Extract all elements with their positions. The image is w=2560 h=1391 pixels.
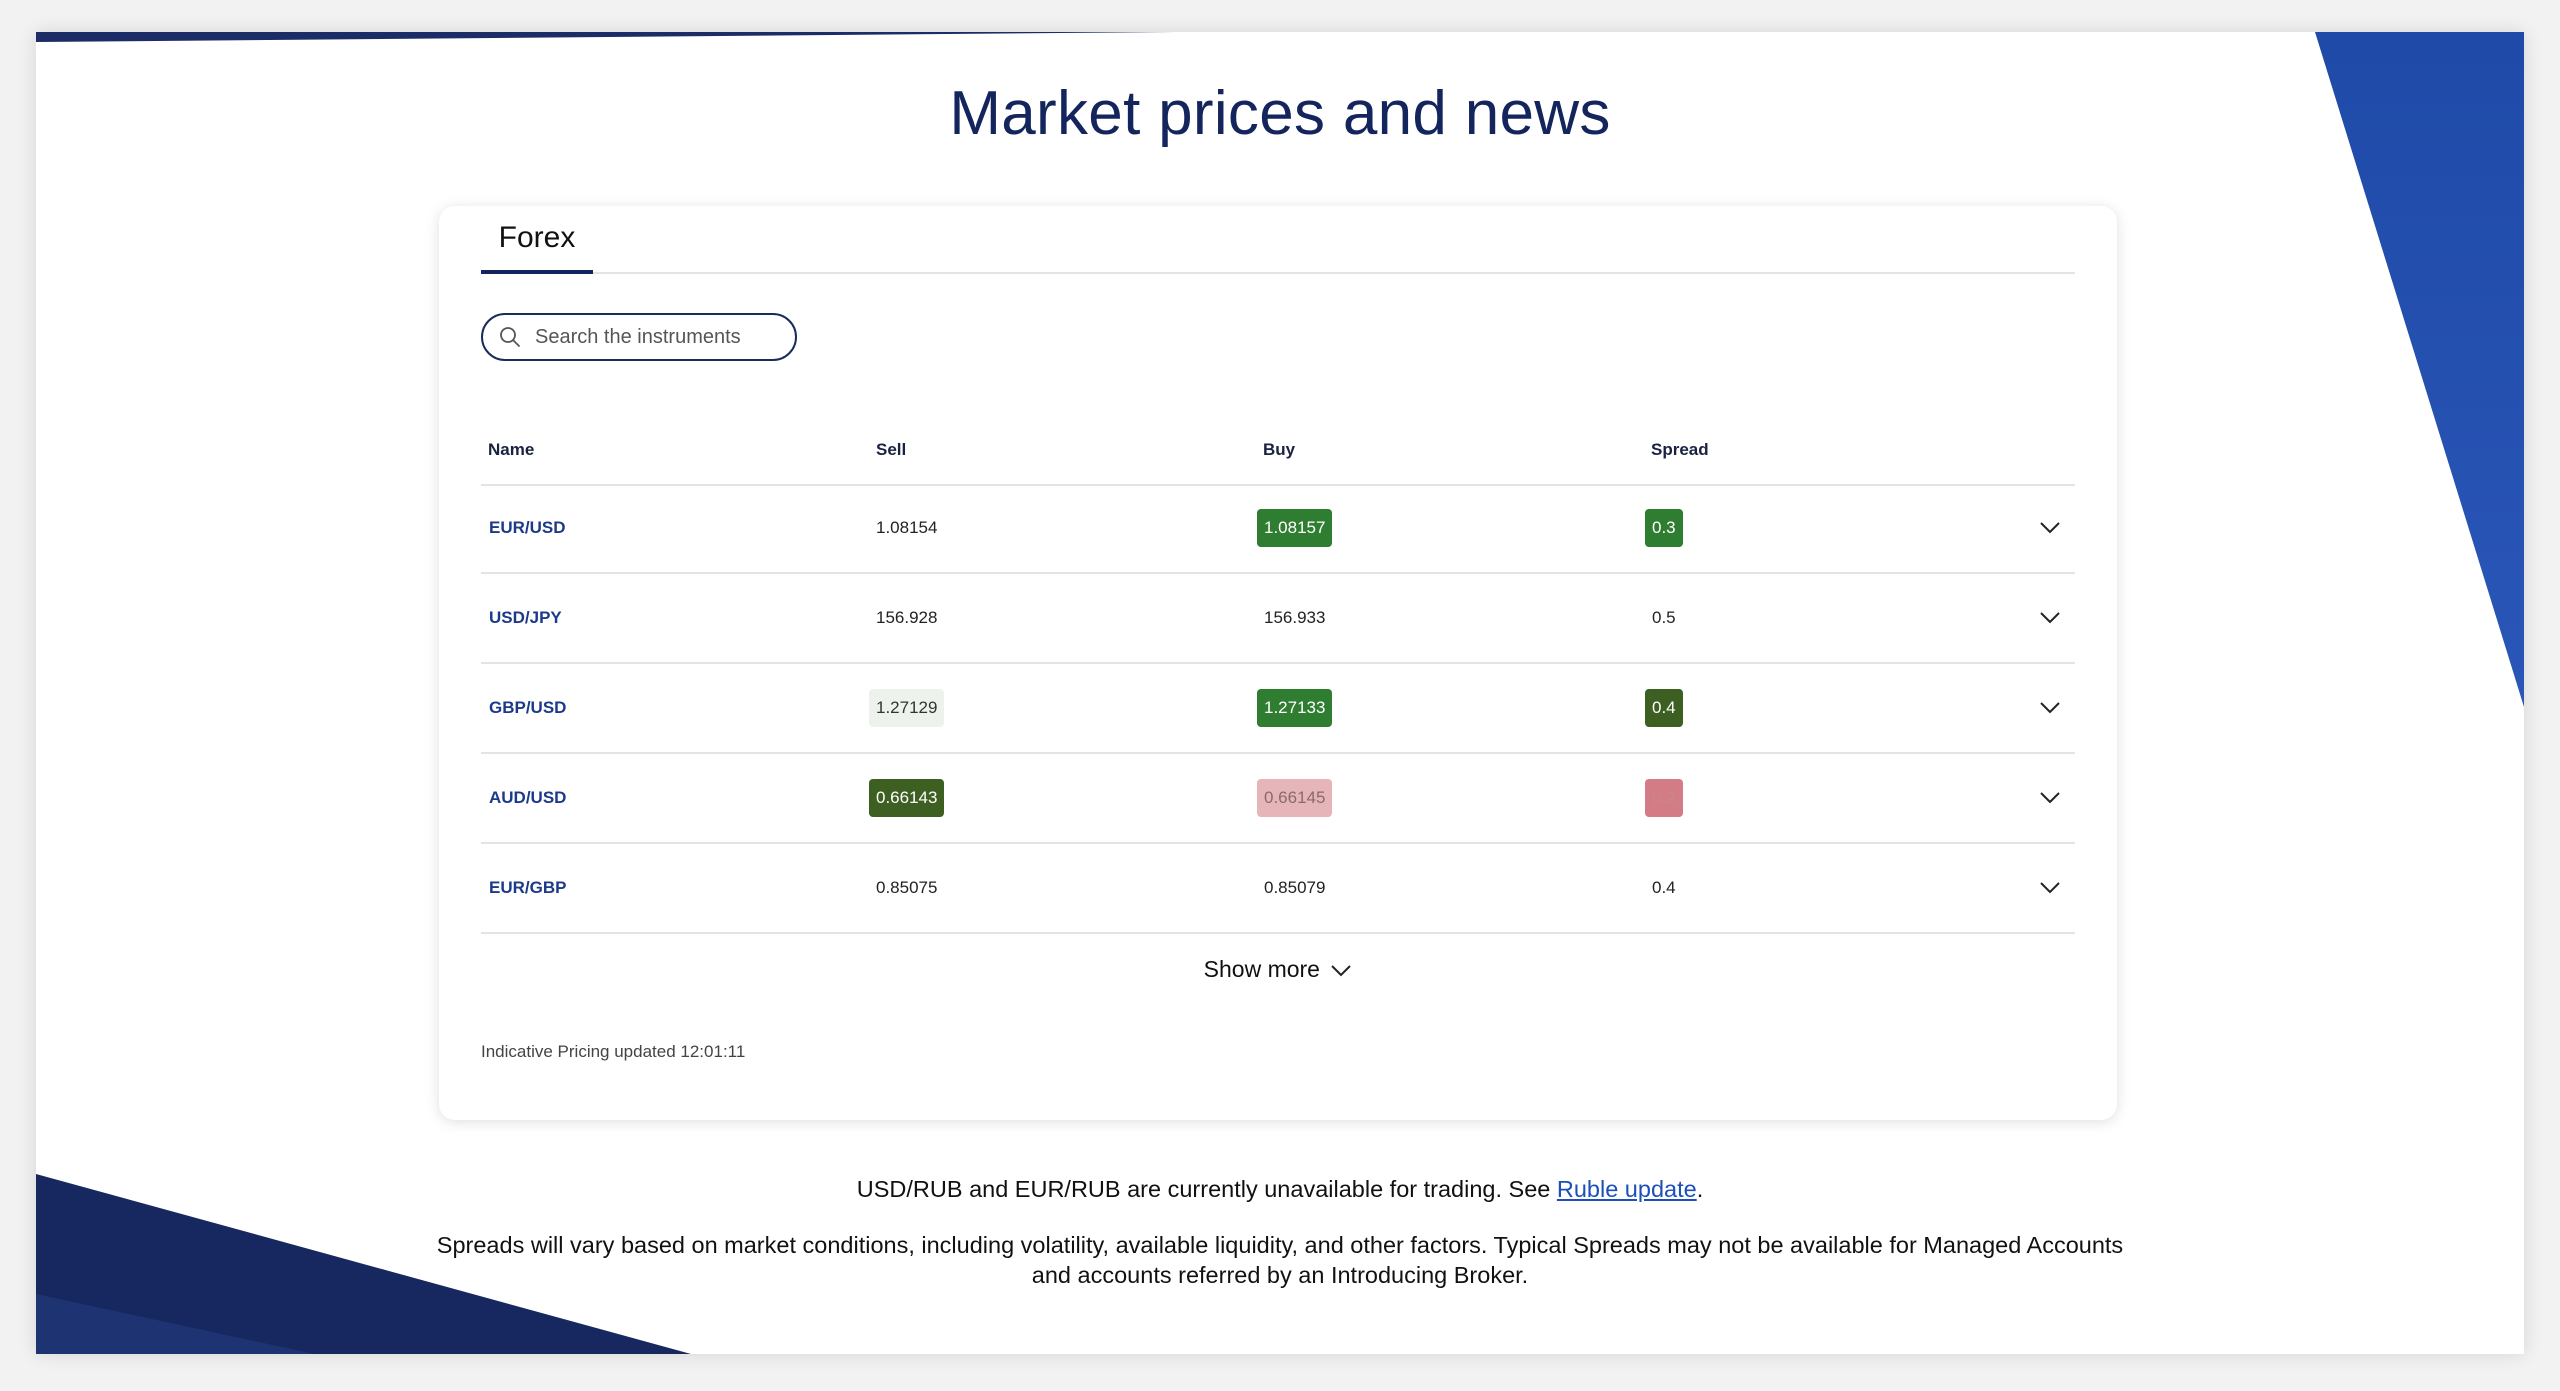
search-icon (500, 327, 520, 347)
search-box[interactable] (481, 313, 797, 361)
spreads-disclaimer: Spreads will vary based on market condit… (436, 1232, 2124, 1288)
spread-value: 0.4 (1652, 878, 1676, 897)
ruble-notice-suffix: . (1696, 1176, 1704, 1202)
buy-price: 1.08157 (1257, 509, 1333, 547)
header-sell: Sell (876, 440, 907, 459)
chevron-down-icon[interactable] (2039, 701, 2061, 715)
table-row[interactable]: AUD/USD 0.66143 0.66145 0.2 (481, 754, 2075, 844)
buy-price: 1.27133 (1257, 689, 1333, 727)
sell-price: 0.66143 (869, 779, 945, 817)
spread-value: 0.3 (1645, 509, 1683, 547)
table-row[interactable]: EUR/GBP 0.85075 0.85079 0.4 (481, 844, 2075, 934)
sell-price: 156.928 (876, 608, 938, 627)
chevron-down-icon[interactable] (2039, 881, 2061, 895)
page-title: Market prices and news (949, 79, 1611, 148)
ruble-update-link[interactable]: Ruble update (1557, 1176, 1697, 1202)
spread-value: 0.2 (1645, 779, 1683, 817)
instrument-name[interactable]: EUR/USD (489, 518, 566, 538)
chevron-down-icon[interactable] (2039, 611, 2061, 625)
table-header: Name Sell Buy Spread (481, 430, 2075, 486)
market-prices-card: Forex Name Sell Buy Spread EUR/USD 1.081… (439, 206, 2117, 1120)
instrument-rows: EUR/USD 1.08154 1.08157 0.3 USD/JPY 156.… (481, 484, 2075, 934)
ruble-notice-text: USD/RUB and EUR/RUB are currently unavai… (856, 1176, 1557, 1202)
buy-price: 0.85079 (1264, 878, 1326, 897)
table-row[interactable]: EUR/USD 1.08154 1.08157 0.3 (481, 484, 2075, 574)
table-row[interactable]: GBP/USD 1.27129 1.27133 0.4 (481, 664, 2075, 754)
buy-price: 156.933 (1264, 608, 1326, 627)
table-row[interactable]: USD/JPY 156.928 156.933 0.5 (481, 574, 2075, 664)
sell-price: 0.85075 (876, 878, 938, 897)
pricing-update-note: Indicative Pricing updated 12:01:11 (481, 1042, 746, 1061)
spread-value: 0.5 (1652, 608, 1676, 627)
search-input[interactable] (533, 324, 777, 350)
buy-price: 0.66145 (1257, 779, 1333, 817)
header-name: Name (488, 440, 535, 459)
sell-price: 1.27129 (869, 689, 945, 727)
instrument-name[interactable]: GBP/USD (489, 698, 566, 718)
show-more-button[interactable]: Show more (439, 956, 2117, 983)
page: Market prices and news Forex Name Sell B… (36, 32, 2524, 1354)
ruble-notice: USD/RUB and EUR/RUB are currently unavai… (36, 1176, 2524, 1203)
header-buy: Buy (1263, 440, 1296, 459)
tab-forex[interactable]: Forex (481, 216, 593, 274)
header-spread: Spread (1651, 440, 1709, 459)
show-more-label: Show more (1203, 956, 1320, 982)
tab-bar: Forex (481, 206, 2075, 274)
sell-price: 1.08154 (876, 518, 938, 537)
chevron-down-icon[interactable] (2039, 521, 2061, 535)
chevron-down-icon[interactable] (2039, 791, 2061, 805)
spread-value: 0.4 (1645, 689, 1683, 727)
instrument-name[interactable]: USD/JPY (489, 608, 562, 628)
instrument-name[interactable]: AUD/USD (489, 788, 566, 808)
instrument-name[interactable]: EUR/GBP (489, 878, 566, 898)
chevron-down-icon (1331, 965, 1352, 977)
